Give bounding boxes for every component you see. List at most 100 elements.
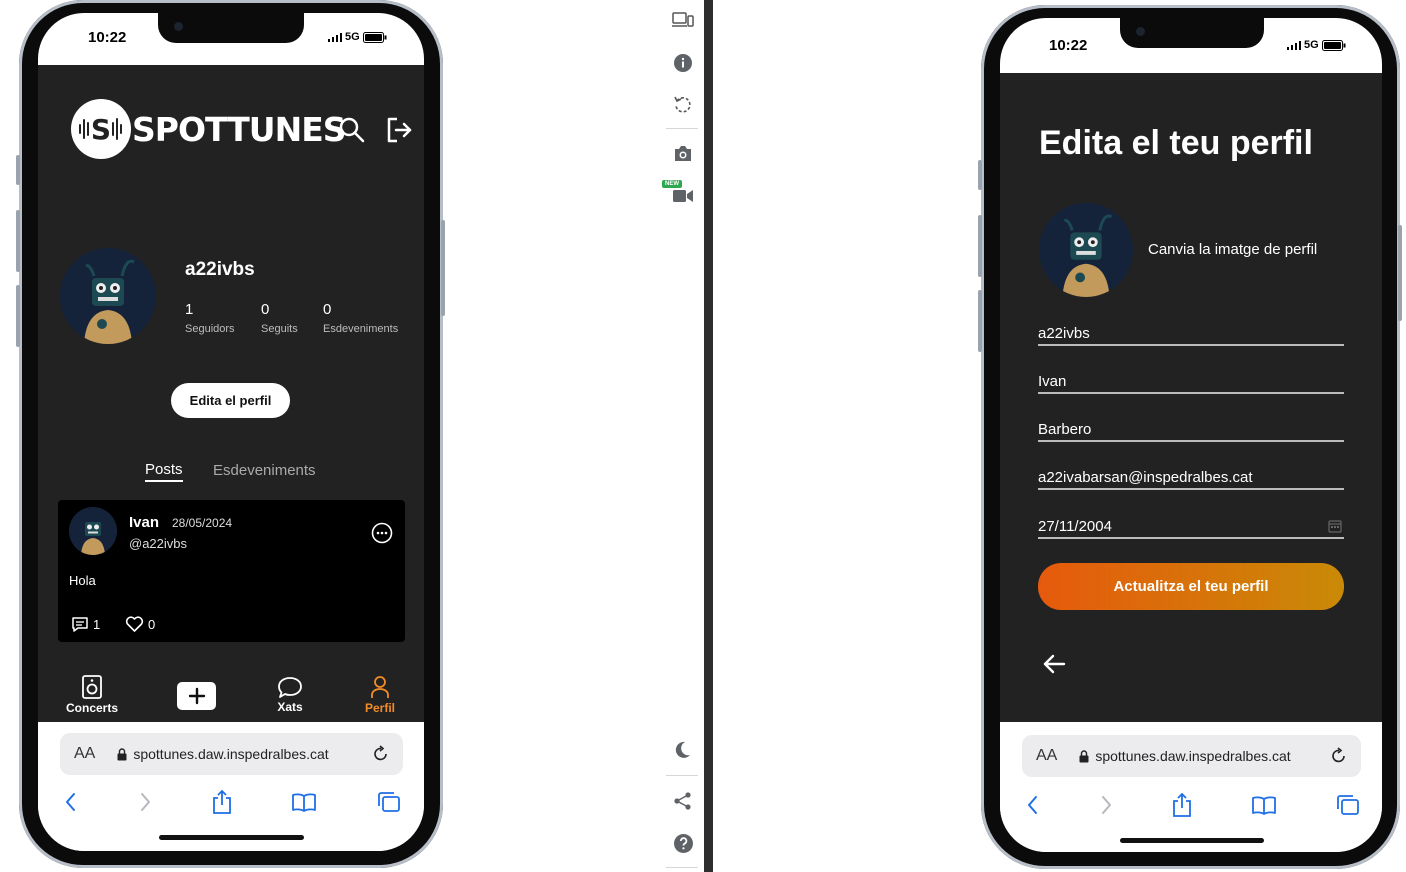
safari-toolbar: AA spottunes.daw.inspedralbes.cat: [1000, 722, 1382, 852]
info-button[interactable]: [668, 54, 698, 72]
more-options-icon[interactable]: [371, 522, 393, 544]
forward-chevron-icon[interactable]: [1099, 795, 1113, 815]
profile-app: S SPOTTUNES a22ivbs 1 Seguidors 0 Seguit…: [38, 65, 424, 722]
signal-icon: [1287, 40, 1301, 50]
video-camera-icon: [673, 190, 693, 202]
safari-nav-buttons: [64, 789, 401, 815]
followers-count: 1: [185, 301, 194, 318]
calendar-icon[interactable]: [1328, 519, 1342, 533]
devices-icon: [672, 12, 694, 27]
plus-icon: [188, 687, 205, 705]
post-avatar: [69, 507, 117, 555]
toolbar-divider: [666, 775, 698, 776]
nav-chats-label: Xats: [277, 700, 303, 714]
toolbar-divider: [666, 867, 698, 868]
events-count: 0: [323, 301, 332, 318]
back-arrow-icon[interactable]: [1042, 654, 1066, 674]
share-icon[interactable]: [1172, 792, 1192, 818]
share-nodes-icon: [674, 792, 691, 810]
following-label: Seguits: [261, 323, 298, 335]
back-chevron-icon[interactable]: [1026, 795, 1040, 815]
first-name-value: Ivan: [1038, 373, 1067, 390]
heart-icon[interactable]: [125, 616, 144, 633]
avatar: [60, 248, 156, 344]
username-field[interactable]: a22ivbs: [1038, 323, 1344, 346]
status-time: 10:22: [1049, 37, 1088, 54]
battery-icon: [1321, 39, 1346, 51]
camera-icon: [675, 146, 691, 161]
tabs-icon[interactable]: [377, 791, 401, 813]
profile-username: a22ivbs: [185, 259, 255, 280]
search-icon[interactable]: [338, 116, 366, 144]
address-bar[interactable]: AA spottunes.daw.inspedralbes.cat: [60, 733, 403, 775]
side-button: [16, 155, 20, 185]
split-divider[interactable]: [704, 0, 713, 872]
back-chevron-icon[interactable]: [64, 792, 78, 812]
reader-aa-button[interactable]: AA: [74, 745, 95, 763]
right-phone-screen: 10:22 5G Edita el teu perfil Canvia la i…: [1000, 18, 1382, 852]
edit-profile-button[interactable]: Edita el perfil: [171, 383, 290, 418]
nav-profile[interactable]: Perfil: [360, 675, 400, 715]
left-phone-frame: 10:22 5G S SPOTTUNES a22ivbs 1 Seguidors…: [19, 0, 443, 868]
right-phone-frame: 10:22 5G Edita el teu perfil Canvia la i…: [981, 5, 1400, 869]
comment-icon[interactable]: [71, 616, 89, 633]
reader-aa-button[interactable]: AA: [1036, 747, 1057, 765]
help-icon: [673, 834, 693, 853]
nav-create-button[interactable]: [177, 682, 216, 710]
update-profile-button[interactable]: Actualitza el teu perfil: [1038, 563, 1344, 610]
side-button: [16, 285, 20, 347]
side-button: [978, 290, 982, 352]
avatar-character-icon: [60, 248, 156, 344]
reload-icon[interactable]: [372, 745, 389, 763]
post-card[interactable]: Ivan 28/05/2024 @a22ivbs Hola 1 0: [58, 500, 405, 642]
nav-chats[interactable]: Xats: [270, 676, 310, 714]
dark-mode-button[interactable]: [668, 741, 698, 759]
logout-icon[interactable]: [385, 116, 413, 144]
moon-icon: [675, 741, 690, 758]
screenshot-button[interactable]: [668, 145, 698, 162]
tab-events[interactable]: Esdeveniments: [213, 462, 316, 479]
birthdate-value: 27/11/2004: [1038, 518, 1112, 535]
signal-icon: [328, 32, 342, 42]
home-indicator: [159, 835, 304, 840]
edit-avatar[interactable]: [1039, 203, 1133, 297]
battery-icon: [362, 31, 387, 43]
post-text: Hola: [69, 573, 96, 588]
bookmarks-icon[interactable]: [1251, 795, 1277, 815]
last-name-value: Barbero: [1038, 421, 1092, 438]
tab-posts[interactable]: Posts: [145, 461, 183, 482]
record-video-button[interactable]: NEW: [662, 180, 696, 206]
username-value: a22ivbs: [1038, 325, 1090, 342]
notch: [158, 13, 304, 43]
post-author[interactable]: Ivan: [129, 514, 159, 531]
nav-concerts[interactable]: Concerts: [66, 675, 118, 715]
speaker-icon: [82, 675, 102, 699]
email-value: a22ivabarsan@inspedralbes.cat: [1038, 469, 1253, 486]
tabs-icon[interactable]: [1336, 794, 1360, 816]
reload-icon[interactable]: [1330, 747, 1347, 765]
help-button[interactable]: [668, 834, 698, 853]
share-icon[interactable]: [212, 789, 232, 815]
address-bar[interactable]: AA spottunes.daw.inspedralbes.cat: [1022, 735, 1361, 777]
forward-chevron-icon[interactable]: [138, 792, 152, 812]
last-name-field[interactable]: Barbero: [1038, 419, 1344, 442]
url-text[interactable]: spottunes.daw.inspedralbes.cat: [1095, 748, 1290, 764]
rotate-button[interactable]: [668, 95, 698, 115]
bookmarks-icon[interactable]: [291, 792, 317, 812]
birthdate-field[interactable]: 27/11/2004: [1038, 516, 1344, 539]
url-text[interactable]: spottunes.daw.inspedralbes.cat: [133, 746, 328, 762]
change-image-link[interactable]: Canvia la imatge de perfil: [1148, 241, 1317, 258]
following-count: 0: [261, 301, 270, 318]
spottunes-logo[interactable]: S SPOTTUNES: [70, 98, 347, 160]
device-toggle-button[interactable]: [668, 12, 698, 28]
share-button[interactable]: [668, 791, 698, 811]
notch: [1120, 18, 1264, 48]
first-name-field[interactable]: Ivan: [1038, 371, 1344, 394]
logo-waveform-icon: S: [71, 99, 131, 159]
email-field[interactable]: a22ivabarsan@inspedralbes.cat: [1038, 467, 1344, 490]
info-icon: [674, 54, 692, 72]
network-label: 5G: [345, 31, 360, 43]
like-count: 0: [148, 617, 156, 632]
post-handle: @a22ivbs: [129, 536, 188, 551]
avatar-character-icon: [69, 507, 117, 555]
